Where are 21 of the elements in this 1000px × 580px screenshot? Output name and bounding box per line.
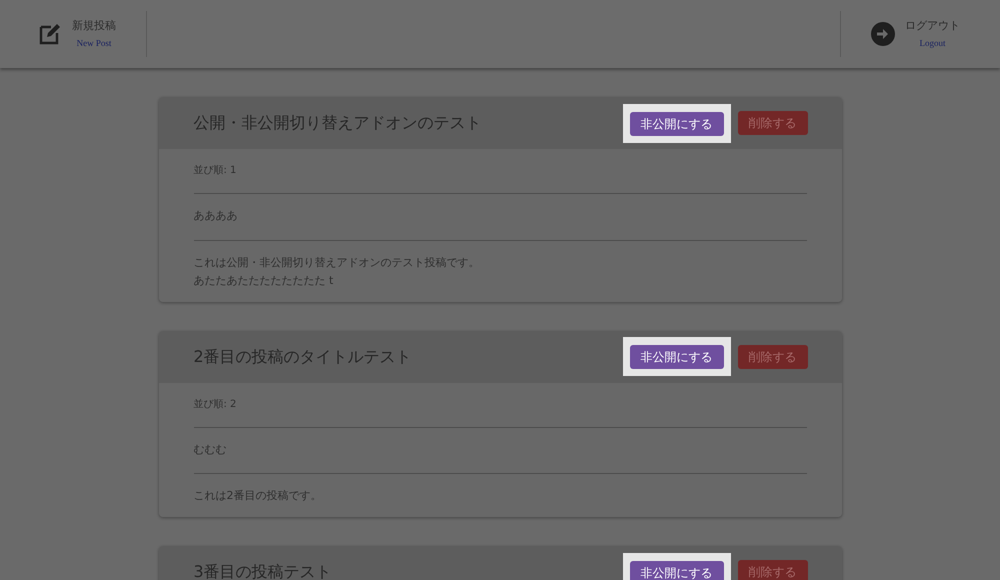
delete-button[interactable]: 削除する [738, 344, 808, 368]
sort-order: 並び順: 2 [194, 382, 806, 428]
edit-icon [38, 22, 62, 46]
delete-button[interactable]: 削除する [738, 560, 808, 580]
logout-label: ログアウト [905, 18, 960, 34]
delete-button[interactable]: 削除する [738, 111, 808, 135]
post-subtitle: むむむ [194, 428, 806, 474]
new-post-label: 新規投稿 [72, 18, 116, 34]
logout-link[interactable]: ログアウト Logout [841, 18, 1000, 50]
make-private-button[interactable]: 非公開にする [630, 560, 724, 580]
post-body-line: これは2番目の投稿です。 [194, 488, 322, 503]
arrow-circle-icon [871, 22, 895, 46]
make-private-button[interactable]: 非公開にする [630, 112, 724, 136]
make-private-button[interactable]: 非公開にする [630, 345, 724, 369]
logout-sublabel: Logout [920, 37, 946, 50]
new-post-link[interactable]: 新規投稿 New Post [0, 18, 146, 50]
sort-order: 並び順: 1 [194, 149, 806, 194]
post-body-line: あたたあたたたたたたたた t [194, 272, 334, 288]
post-subtitle: ああああ [194, 194, 806, 240]
new-post-sublabel: New Post [76, 37, 112, 50]
post-body-line: これは公開・非公開切り替えアドオンのテスト投稿です。 [194, 254, 480, 270]
